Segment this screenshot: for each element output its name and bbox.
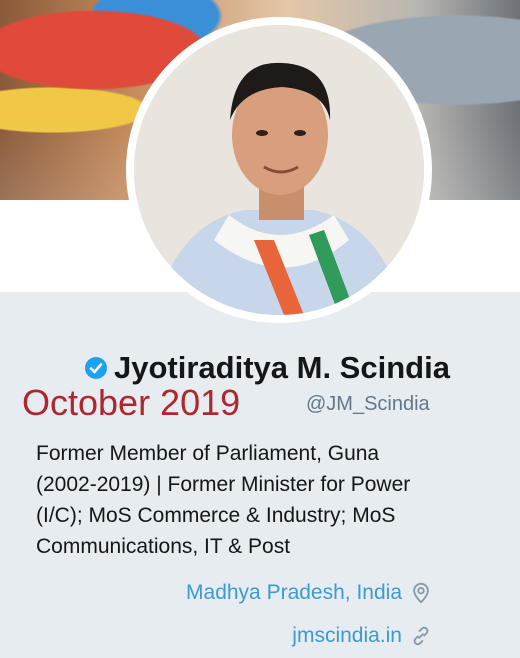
location-row[interactable]: Madhya Pradesh, India <box>186 581 432 605</box>
bio-line: Communications, IT & Post <box>36 535 291 558</box>
username-handle[interactable]: @JM_Scindia <box>306 393 430 416</box>
display-name: Jyotiraditya M. Scindia <box>114 350 450 385</box>
website-row[interactable]: jmscindia.in <box>292 624 432 648</box>
link-icon <box>413 626 429 646</box>
profile-avatar[interactable] <box>126 17 432 323</box>
avatar-photo <box>134 25 424 315</box>
bio-line: Former Member of Parliament, Guna <box>36 442 380 465</box>
website-link[interactable]: jmscindia.in <box>292 624 402 648</box>
date-caption: October 2019 <box>22 382 241 423</box>
location-pin-icon <box>413 582 429 604</box>
location-text[interactable]: Madhya Pradesh, India <box>186 581 402 605</box>
bio-line: (I/C); MoS Commerce & Industry; MoS <box>36 504 396 527</box>
bio-line: (2002-2019) | Former Minister for Power <box>36 473 411 496</box>
profile-bio: Former Member of Parliament, Guna (2002-… <box>36 438 476 562</box>
verified-badge-icon <box>85 357 107 379</box>
